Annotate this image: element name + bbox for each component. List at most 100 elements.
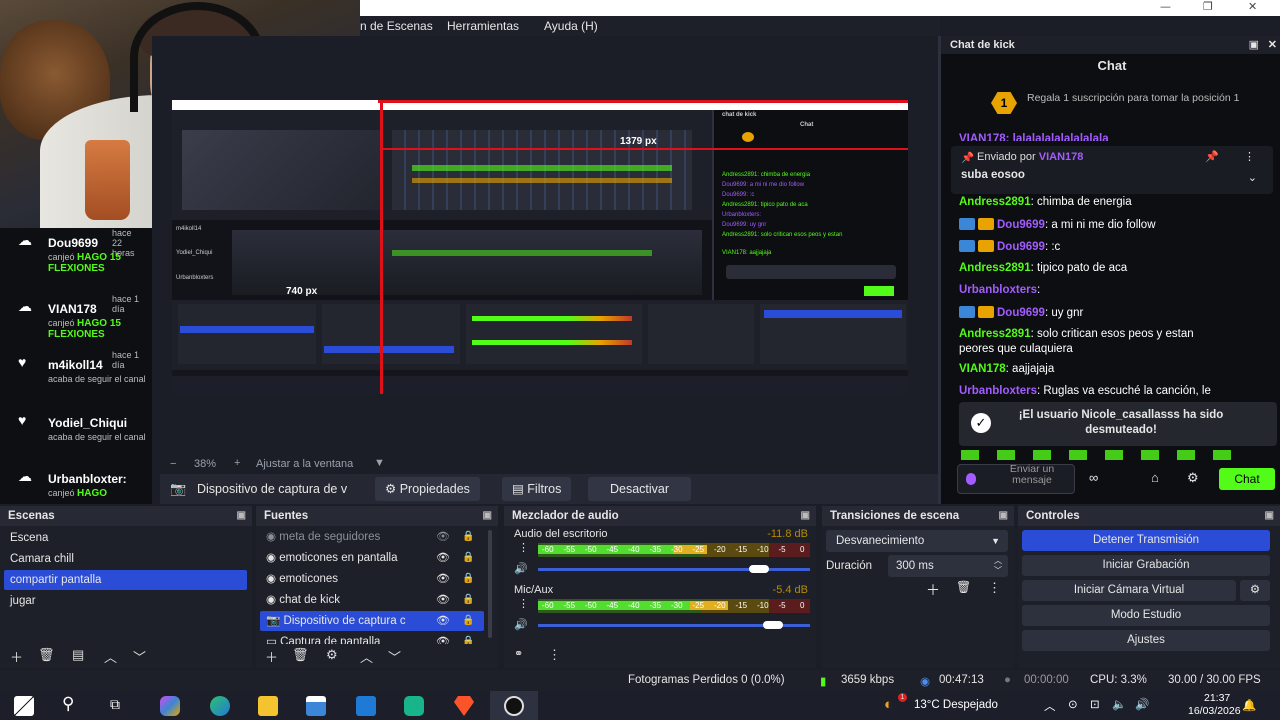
undock-icon[interactable]: ▣ xyxy=(1249,36,1259,54)
mail-icon[interactable] xyxy=(356,696,376,716)
fit-to-window[interactable]: Ajustar a la ventana xyxy=(256,458,353,470)
visibility-eye-icon[interactable]: 👁 xyxy=(436,611,450,631)
notifications-icon[interactable]: 🔔 xyxy=(1242,698,1256,712)
pin-icon[interactable]: 📌 xyxy=(1205,150,1219,163)
down-icon[interactable]: ﹀ xyxy=(388,647,401,666)
link-icon[interactable]: ⚭ xyxy=(514,647,523,660)
start-virtualcam-button[interactable]: Iniciar Cámara Virtual xyxy=(1022,580,1236,601)
menu-scene-collection[interactable]: n de Escenas xyxy=(360,19,433,33)
properties-button[interactable]: ⚙ Propiedades xyxy=(375,477,480,501)
lock-icon[interactable]: 🔒 xyxy=(462,548,474,568)
volume-slider[interactable] xyxy=(538,621,810,629)
store-icon[interactable] xyxy=(306,696,326,716)
close-icon[interactable]: ✕ xyxy=(1268,36,1277,54)
chat-username[interactable]: Andress2891 xyxy=(959,328,1031,340)
volume-icon[interactable]: 🔊 xyxy=(1135,697,1149,711)
task-view-icon[interactable]: ⧉ xyxy=(110,696,120,713)
visibility-eye-icon[interactable]: 👁 xyxy=(436,527,450,547)
menu-help[interactable]: Ayuda (H) xyxy=(544,19,598,33)
more-icon[interactable]: ⋮ xyxy=(988,580,1001,596)
close-button[interactable]: ✕ xyxy=(1248,0,1257,13)
search-icon[interactable]: ⚲ xyxy=(62,694,74,714)
clock-time[interactable]: 21:37 xyxy=(1204,692,1230,704)
more-icon[interactable]: ⋮ xyxy=(1244,150,1255,163)
lock-icon[interactable]: 🔒 xyxy=(462,527,474,547)
scene-item[interactable]: Escena xyxy=(4,528,247,548)
chat-username[interactable]: Urbanbloxters xyxy=(959,284,1037,296)
chevron-down-icon[interactable]: ▼ xyxy=(374,457,385,469)
source-item[interactable]: ◉ chat de kick 👁 🔒 xyxy=(260,590,484,610)
windows-start-icon[interactable] xyxy=(14,696,34,716)
source-item[interactable]: ◉ emoticones 👁 🔒 xyxy=(260,569,484,589)
chat-input[interactable]: Enviar un mensaje xyxy=(957,464,1075,494)
duration-spinbox[interactable]: 300 ms ︿ ﹀ xyxy=(888,555,1008,577)
zoom-out-button[interactable]: − xyxy=(170,458,176,470)
emote-row[interactable] xyxy=(961,450,1231,460)
lock-icon[interactable]: 🔒 xyxy=(462,569,474,589)
trash-icon[interactable]: 🗑 xyxy=(292,647,309,663)
send-chat-button[interactable]: Chat xyxy=(1219,468,1275,490)
virtualcam-settings-button[interactable]: ⚙ xyxy=(1240,580,1270,601)
speaker-icon[interactable]: 🔊 xyxy=(514,562,528,575)
file-explorer-icon[interactable] xyxy=(258,696,278,716)
tray-app-icon[interactable]: ⊙ xyxy=(1068,697,1078,711)
stop-stream-button[interactable]: Detener Transmisión xyxy=(1022,530,1270,551)
chat-username[interactable]: Andress2891 xyxy=(959,196,1031,208)
speaker-icon[interactable]: 🔊 xyxy=(514,618,528,631)
chat-username[interactable]: Dou9699 xyxy=(997,241,1045,253)
volume-slider-handle[interactable] xyxy=(749,565,770,573)
deactivate-button[interactable]: Desactivar xyxy=(588,477,692,501)
gear-icon[interactable]: ⚙ xyxy=(1187,470,1199,486)
speaker-icon[interactable]: 🔈 xyxy=(1112,697,1126,711)
chat-username[interactable]: Urbanbloxters xyxy=(959,385,1037,397)
undock-icon[interactable]: ▣ xyxy=(1265,506,1274,526)
start-recording-button[interactable]: Iniciar Grabación xyxy=(1022,555,1270,576)
link-icon[interactable]: ∞ xyxy=(1089,470,1098,485)
spin-down-icon[interactable]: ﹀ xyxy=(994,560,1002,582)
sub-text[interactable]: Regala 1 suscripción para tomar la posic… xyxy=(1027,92,1257,104)
trash-icon[interactable]: 🗑 xyxy=(38,647,55,663)
source-item[interactable]: 📷 Dispositivo de captura c 👁 🔒 xyxy=(260,611,484,631)
filters-button[interactable]: ▤ Filtros xyxy=(502,477,572,501)
chat-username[interactable]: Andress2891 xyxy=(959,262,1031,274)
visibility-eye-icon[interactable]: 👁 xyxy=(436,632,450,644)
zoom-in-button[interactable]: + xyxy=(234,457,240,469)
channel-menu-icon[interactable]: ⋮ xyxy=(518,597,529,610)
transition-select[interactable]: Desvanecimiento ▼ xyxy=(826,530,1008,552)
scene-item[interactable]: jugar xyxy=(4,591,247,611)
lock-icon[interactable]: 🔒 xyxy=(462,611,474,631)
lock-icon[interactable]: 🔒 xyxy=(462,590,474,610)
more-icon[interactable]: ⋮ xyxy=(548,647,561,663)
brave-icon[interactable] xyxy=(454,696,474,716)
source-item[interactable]: ◉ emoticones en pantalla 👁 🔒 xyxy=(260,548,484,568)
chat-username[interactable]: Dou9699 xyxy=(997,219,1045,231)
visibility-eye-icon[interactable]: 👁 xyxy=(436,569,450,589)
lock-icon[interactable]: 🔒 xyxy=(462,632,474,644)
scrollbar[interactable] xyxy=(488,530,492,638)
volume-slider-handle[interactable] xyxy=(762,621,783,629)
settings-button[interactable]: Ajustes xyxy=(1022,630,1270,651)
undock-icon[interactable]: ▣ xyxy=(483,506,492,526)
minimize-button[interactable]: — xyxy=(1160,0,1171,13)
up-icon[interactable]: ︿ xyxy=(104,647,117,666)
up-icon[interactable]: ︿ xyxy=(360,647,373,666)
add-icon[interactable]: ＋ xyxy=(265,647,278,666)
obs-taskbar-active[interactable] xyxy=(490,691,538,720)
app-icon[interactable] xyxy=(404,696,424,716)
chevron-down-icon[interactable]: ⌄ xyxy=(1248,171,1257,184)
preview-canvas[interactable]: m4ikoll14 Yodiel_Chiqui Urbanbloxters ch… xyxy=(172,100,908,394)
visibility-eye-icon[interactable]: 👁 xyxy=(436,590,450,610)
edge-icon[interactable] xyxy=(210,696,230,716)
source-item[interactable]: ◉ meta de seguidores 👁 🔒 xyxy=(260,527,484,547)
add-icon[interactable]: ＋ xyxy=(926,580,940,600)
source-item[interactable]: ▭ Captura de pantalla 👁 🔒 xyxy=(260,632,484,644)
clock-date[interactable]: 16/03/2026 xyxy=(1188,705,1241,717)
undock-icon[interactable]: ▣ xyxy=(999,506,1008,526)
menu-tools[interactable]: Herramientas xyxy=(447,19,519,33)
chat-username[interactable]: VIAN178 xyxy=(959,363,1006,375)
studio-mode-button[interactable]: Modo Estudio xyxy=(1022,605,1270,626)
undock-icon[interactable]: ▣ xyxy=(237,506,246,526)
copilot-icon[interactable] xyxy=(160,696,180,716)
tray-chevron-icon[interactable]: ︿ xyxy=(1044,698,1056,714)
scene-item[interactable]: Camara chill xyxy=(4,549,247,569)
